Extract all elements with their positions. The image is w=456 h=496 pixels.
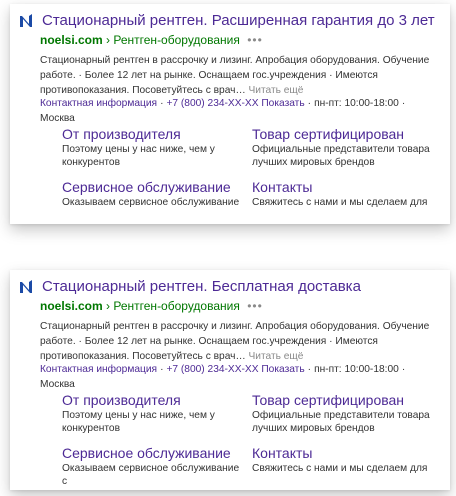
- read-more-link[interactable]: Читать ещё: [248, 85, 303, 96]
- ad-title-link[interactable]: Стационарный рентген. Расширенная гарант…: [42, 12, 435, 30]
- city: Москва: [40, 379, 75, 390]
- ad-description-text: Стационарный рентген в рассрочку и лизин…: [40, 55, 430, 96]
- sitelink-title[interactable]: От производителя: [62, 392, 242, 408]
- show-phone-link[interactable]: Показать: [261, 98, 304, 109]
- read-more-link[interactable]: Читать ещё: [248, 351, 303, 362]
- more-options-icon[interactable]: •••: [247, 33, 263, 47]
- show-phone-link[interactable]: Показать: [261, 364, 304, 375]
- sitelink: От производителя Поэтому цены у нас ниже…: [62, 126, 242, 169]
- city: Москва: [40, 113, 75, 124]
- sitelink-description: Оказываем сервисное обслуживание с: [62, 463, 240, 487]
- ad-description: Стационарный рентген в рассрочку и лизин…: [40, 53, 448, 98]
- phone-number[interactable]: +7 (800) 234-XX-XX: [166, 364, 258, 375]
- working-hours: пн-пт: 10:00-18:00: [314, 364, 399, 375]
- ad-description: Стационарный рентген в рассрочку и лизин…: [40, 319, 448, 364]
- ad-title-link[interactable]: Стационарный рентген. Бесплатная доставк…: [42, 278, 361, 296]
- favicon-icon: [20, 14, 32, 27]
- ad-card: Стационарный рентген. Бесплатная доставк…: [10, 270, 450, 490]
- ad-url: noelsi.com › Рентген-оборудования •••: [40, 299, 263, 314]
- ad-description-text: Стационарный рентген в рассрочку и лизин…: [40, 321, 430, 362]
- breadcrumb-separator: ›: [106, 299, 111, 313]
- ad-title-row: Стационарный рентген. Расширенная гарант…: [18, 12, 435, 30]
- sitelink-title[interactable]: Контакты: [252, 445, 432, 461]
- phone-number[interactable]: +7 (800) 234-XX-XX: [166, 98, 258, 109]
- ad-url: noelsi.com › Рентген-оборудования •••: [40, 33, 263, 48]
- sitelink-description: Официальные представители товара лучших …: [252, 144, 430, 168]
- ad-domain-link[interactable]: noelsi.com: [40, 299, 103, 313]
- sitelink-description: Оказываем сервисное обслуживание: [62, 197, 240, 208]
- sitelink: Товар сертифицирован Официальные предста…: [252, 392, 432, 435]
- sitelink: Сервисное обслуживание Оказываем сервисн…: [62, 179, 242, 209]
- sitelink-description: Свяжитесь с нами и мы сделаем для: [252, 463, 428, 474]
- ad-contact-row: Контактная информация · +7 (800) 234-XX-XX…: [40, 364, 406, 390]
- sitelink-title[interactable]: Сервисное обслуживание: [62, 445, 242, 461]
- sitelink-description: Поэтому цены у нас ниже, чем у конкурент…: [62, 410, 215, 434]
- sitelink: Сервисное обслуживание Оказываем сервисн…: [62, 445, 242, 488]
- sitelink: Контакты Свяжитесь с нами и мы сделаем д…: [252, 179, 432, 209]
- sitelink-title[interactable]: Товар сертифицирован: [252, 392, 432, 408]
- sitelink-title[interactable]: Товар сертифицирован: [252, 126, 432, 142]
- working-hours: пн-пт: 10:00-18:00: [314, 98, 399, 109]
- sitelink-title[interactable]: Сервисное обслуживание: [62, 179, 242, 195]
- sitelink-description: Свяжитесь с нами и мы сделаем для: [252, 197, 428, 208]
- breadcrumb-separator: ›: [106, 33, 111, 47]
- ad-card: Стационарный рентген. Расширенная гарант…: [10, 4, 450, 224]
- sitelink-title[interactable]: Контакты: [252, 179, 432, 195]
- sitelink: Товар сертифицирован Официальные предста…: [252, 126, 432, 169]
- sitelink-title[interactable]: От производителя: [62, 126, 242, 142]
- ad-title-row: Стационарный рентген. Бесплатная доставк…: [18, 278, 361, 296]
- sitelink-description: Официальные представители товара лучших …: [252, 410, 430, 434]
- sitelink: От производителя Поэтому цены у нас ниже…: [62, 392, 242, 435]
- sitelink-description: Поэтому цены у нас ниже, чем у конкурент…: [62, 144, 215, 168]
- ad-domain-link[interactable]: noelsi.com: [40, 33, 103, 47]
- favicon-icon: [20, 280, 32, 293]
- contact-info-link[interactable]: Контактная информация: [40, 98, 157, 109]
- ad-contact-row: Контактная информация · +7 (800) 234-XX-XX…: [40, 98, 406, 124]
- sitelink: Контакты Свяжитесь с нами и мы сделаем д…: [252, 445, 432, 475]
- ad-path-link[interactable]: Рентген-оборудования: [113, 33, 239, 47]
- more-options-icon[interactable]: •••: [247, 299, 263, 313]
- contact-info-link[interactable]: Контактная информация: [40, 364, 157, 375]
- ad-path-link[interactable]: Рентген-оборудования: [113, 299, 239, 313]
